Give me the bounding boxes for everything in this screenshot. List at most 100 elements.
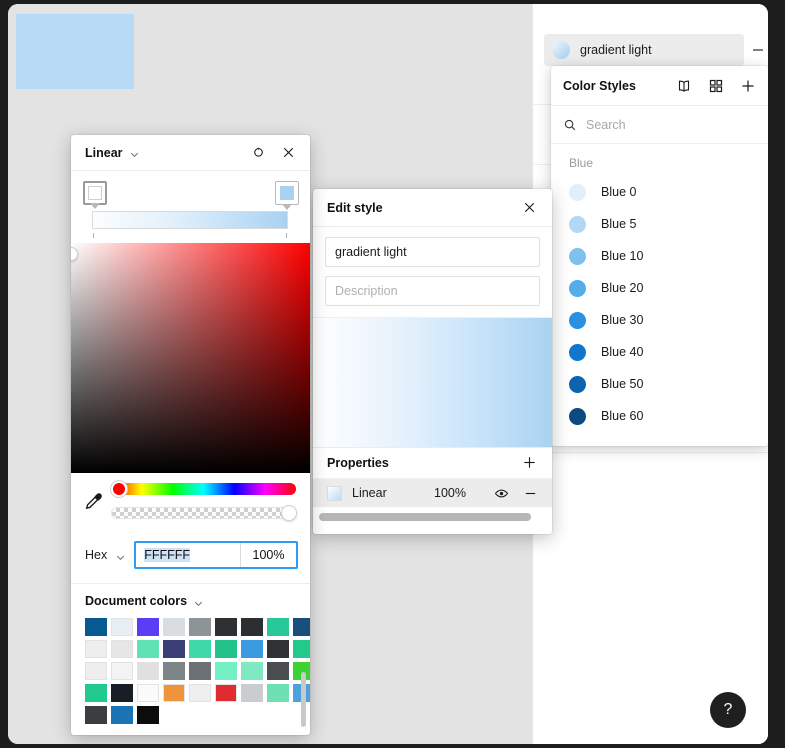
alpha-slider[interactable] xyxy=(111,505,297,521)
gradient-stops-editor[interactable] xyxy=(71,171,310,243)
document-color-swatch[interactable] xyxy=(215,618,237,636)
document-color-swatch[interactable] xyxy=(189,640,211,658)
document-color-swatch[interactable] xyxy=(111,662,133,680)
gradient-stop-1[interactable] xyxy=(275,181,299,210)
document-color-swatch[interactable] xyxy=(189,684,211,702)
horizontal-scrollbar[interactable] xyxy=(313,510,552,524)
document-color-swatch[interactable] xyxy=(267,640,289,658)
minus-icon[interactable] xyxy=(523,486,538,501)
hex-input-group[interactable]: FFFFFF 100% xyxy=(134,541,298,569)
eye-icon[interactable] xyxy=(494,486,509,501)
sv-handle[interactable] xyxy=(71,247,78,261)
list-item-label: Blue 10 xyxy=(601,249,644,263)
document-colors-grid[interactable] xyxy=(71,614,310,734)
grid-view-icon[interactable] xyxy=(708,78,724,94)
list-item[interactable]: Blue 30 xyxy=(551,304,768,336)
document-color-swatch[interactable] xyxy=(241,640,263,658)
document-color-swatch[interactable] xyxy=(85,706,107,724)
edit-style-dialog: Edit style Properties xyxy=(313,189,552,534)
document-color-swatch[interactable] xyxy=(111,640,133,658)
style-description-field[interactable] xyxy=(325,276,540,306)
plus-icon[interactable] xyxy=(740,78,756,94)
list-item[interactable]: Blue 60 xyxy=(551,400,768,432)
color-swatch-icon xyxy=(569,279,586,297)
chevron-down-icon[interactable] xyxy=(115,550,126,561)
close-icon[interactable] xyxy=(281,145,296,160)
table-row[interactable]: Linear 100% xyxy=(313,479,552,507)
grid-scrollbar[interactable] xyxy=(301,672,306,727)
gradient-tick xyxy=(286,233,287,238)
document-color-swatch[interactable] xyxy=(111,684,133,702)
document-color-swatch[interactable] xyxy=(241,662,263,680)
chevron-down-icon[interactable] xyxy=(193,596,204,607)
style-row-gradient-light[interactable]: gradient light xyxy=(544,34,763,66)
help-button[interactable]: ? xyxy=(710,692,746,728)
dialog-footer xyxy=(313,524,552,534)
document-color-swatch[interactable] xyxy=(111,618,133,636)
opacity-input[interactable]: 100% xyxy=(240,543,296,567)
chevron-down-icon[interactable] xyxy=(129,147,140,158)
gradient-bar[interactable] xyxy=(92,211,288,229)
document-color-swatch[interactable] xyxy=(293,640,310,658)
document-color-swatch[interactable] xyxy=(111,706,133,724)
alpha-slider-handle[interactable] xyxy=(281,505,297,521)
list-item-label: Blue 40 xyxy=(601,345,644,359)
hue-slider[interactable] xyxy=(111,481,296,497)
document-color-swatch[interactable] xyxy=(163,684,185,702)
document-color-swatch[interactable] xyxy=(137,618,159,636)
panel-title: Color Styles xyxy=(563,78,636,93)
list-item[interactable]: Blue 5 xyxy=(551,208,768,240)
plus-icon[interactable] xyxy=(522,455,538,471)
document-colors-header[interactable]: Document colors xyxy=(71,583,310,614)
minus-icon[interactable] xyxy=(750,42,766,58)
document-color-swatch[interactable] xyxy=(267,684,289,702)
gradient-stop-0[interactable] xyxy=(83,181,107,209)
property-name: Linear xyxy=(352,486,387,500)
document-color-swatch[interactable] xyxy=(85,618,107,636)
document-color-swatch[interactable] xyxy=(163,618,185,636)
list-item[interactable]: Blue 10 xyxy=(551,240,768,272)
document-color-swatch[interactable] xyxy=(85,640,107,658)
canvas-rectangle[interactable] xyxy=(16,14,134,89)
document-color-swatch[interactable] xyxy=(137,640,159,658)
close-icon[interactable] xyxy=(522,200,538,216)
document-color-swatch[interactable] xyxy=(267,662,289,680)
search-input[interactable] xyxy=(586,117,736,132)
document-color-swatch[interactable] xyxy=(189,618,211,636)
rotate-icon[interactable] xyxy=(252,146,265,159)
screen: gradient light Color Styles Search Blue … xyxy=(0,0,785,748)
search-row[interactable] xyxy=(551,106,768,144)
eyedropper-icon[interactable] xyxy=(83,491,105,513)
document-color-swatch[interactable] xyxy=(293,618,310,636)
document-color-swatch[interactable] xyxy=(85,662,107,680)
library-book-icon[interactable] xyxy=(676,78,692,94)
hex-input[interactable]: FFFFFF xyxy=(136,543,240,567)
list-item[interactable]: Blue 20 xyxy=(551,272,768,304)
style-name-field[interactable] xyxy=(325,237,540,267)
document-color-swatch[interactable] xyxy=(241,684,263,702)
color-styles-header: Color Styles xyxy=(551,66,768,106)
gradient-tick xyxy=(93,233,94,238)
document-color-swatch[interactable] xyxy=(241,618,263,636)
document-color-swatch[interactable] xyxy=(85,684,107,702)
gradient-stop-color xyxy=(280,186,294,200)
gradient-preview xyxy=(313,317,552,447)
document-color-swatch[interactable] xyxy=(215,662,237,680)
document-colors-title: Document colors xyxy=(85,594,188,608)
list-item[interactable]: Blue 0 xyxy=(551,176,768,208)
list-item[interactable]: Blue 50 xyxy=(551,368,768,400)
document-color-swatch[interactable] xyxy=(163,640,185,658)
hue-slider-handle[interactable] xyxy=(111,481,127,497)
scrollbar-thumb[interactable] xyxy=(319,513,531,521)
document-color-swatch[interactable] xyxy=(137,706,159,724)
document-color-swatch[interactable] xyxy=(267,618,289,636)
document-color-swatch[interactable] xyxy=(137,662,159,680)
document-color-swatch[interactable] xyxy=(137,684,159,702)
document-color-swatch[interactable] xyxy=(215,640,237,658)
saturation-value-area[interactable] xyxy=(71,243,310,473)
document-color-swatch[interactable] xyxy=(189,662,211,680)
document-color-swatch[interactable] xyxy=(163,662,185,680)
document-color-swatch[interactable] xyxy=(215,684,237,702)
list-item[interactable]: Blue 40 xyxy=(551,336,768,368)
list-item-label: Blue 30 xyxy=(601,313,644,327)
